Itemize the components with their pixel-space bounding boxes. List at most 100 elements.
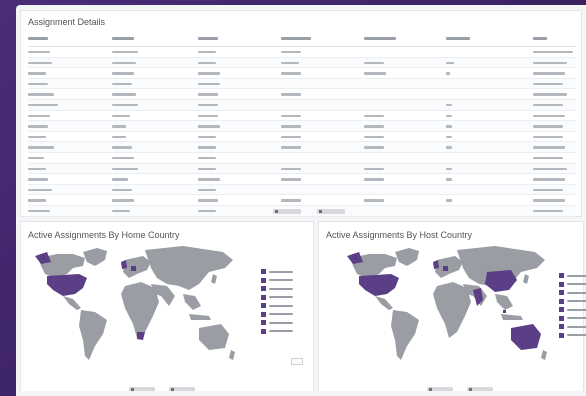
table-footer-control[interactable] — [317, 209, 345, 214]
table-footer-control[interactable] — [273, 209, 301, 214]
table-cell — [446, 61, 454, 64]
legend-swatch — [559, 298, 564, 304]
home-country-map-panel: Active Assignments By Home Country — [20, 221, 314, 396]
legend-swatch — [261, 277, 266, 283]
table-cell — [446, 146, 452, 149]
legend-item[interactable] — [261, 294, 301, 303]
host-country-world-map[interactable] — [345, 244, 550, 376]
legend-swatch — [261, 269, 266, 274]
home-country-legend — [261, 268, 301, 336]
legend-item[interactable] — [261, 285, 301, 294]
table-cell — [533, 114, 565, 117]
column-header[interactable] — [364, 37, 396, 40]
legend-item[interactable] — [559, 315, 586, 324]
assignment-table — [28, 35, 576, 217]
dashboard-screen: Assignment Details Active Assignments By… — [16, 5, 586, 396]
legend-item[interactable] — [559, 289, 586, 298]
table-row[interactable] — [28, 195, 576, 206]
legend-swatch — [559, 315, 564, 321]
table-cell — [28, 72, 46, 75]
table-cell — [198, 135, 216, 139]
table-cell — [533, 93, 567, 96]
table-cell — [28, 125, 48, 128]
table-cell — [533, 178, 565, 181]
table-row[interactable] — [28, 78, 576, 90]
table-cell — [281, 167, 301, 170]
table-cell — [533, 146, 565, 149]
panel-title: Active Assignments By Home Country — [28, 230, 180, 240]
legend-item[interactable] — [559, 332, 586, 341]
column-header[interactable] — [446, 37, 470, 40]
table-row[interactable] — [28, 174, 576, 185]
legend-item[interactable] — [261, 302, 301, 311]
table-cell — [281, 125, 301, 128]
table-row[interactable] — [28, 111, 576, 122]
legend-item[interactable] — [261, 311, 301, 320]
table-cell — [28, 146, 54, 149]
legend-item[interactable] — [261, 328, 301, 337]
table-cell — [198, 61, 216, 64]
table-cell — [446, 199, 452, 202]
legend-swatch — [559, 273, 564, 278]
table-cell — [28, 188, 52, 192]
table-cell — [364, 178, 384, 181]
table-row[interactable] — [28, 142, 576, 153]
column-header[interactable] — [112, 37, 134, 40]
table-cell — [364, 146, 384, 149]
host-country-legend — [559, 272, 586, 340]
table-cell — [281, 114, 301, 117]
table-row[interactable] — [28, 57, 576, 69]
table-cell — [112, 51, 138, 54]
table-row[interactable] — [28, 68, 576, 79]
table-cell — [28, 199, 46, 202]
table-cell — [198, 82, 220, 86]
table-row[interactable] — [28, 89, 576, 100]
table-cell — [281, 135, 301, 139]
table-cell — [28, 51, 50, 54]
table-cell — [281, 72, 301, 75]
column-header[interactable] — [198, 37, 218, 40]
table-row[interactable] — [28, 99, 576, 111]
table-row[interactable] — [28, 184, 576, 196]
table-cell — [198, 188, 216, 192]
home-country-world-map[interactable] — [33, 244, 238, 376]
table-cell — [533, 188, 563, 192]
table-cell — [198, 156, 216, 160]
table-cell — [28, 82, 48, 86]
table-cell — [28, 114, 50, 117]
table-cell — [112, 135, 126, 139]
table-cell — [446, 72, 450, 75]
map-zoom-control[interactable] — [291, 358, 303, 365]
table-row[interactable] — [28, 163, 576, 175]
table-row[interactable] — [28, 47, 576, 58]
table-row[interactable] — [28, 121, 576, 132]
host-country-map-panel: Active Assignments By Host Country — [318, 221, 586, 396]
column-header[interactable] — [28, 37, 48, 40]
column-header[interactable] — [533, 37, 547, 40]
table-cell — [28, 103, 58, 107]
table-cell — [281, 61, 299, 64]
legend-item[interactable] — [559, 306, 586, 315]
legend-item[interactable] — [261, 268, 301, 277]
legend-item[interactable] — [559, 323, 586, 332]
legend-item[interactable] — [559, 281, 586, 290]
table-cell — [198, 167, 216, 170]
table-cell — [281, 146, 301, 149]
table-cell — [112, 72, 134, 75]
legend-item[interactable] — [261, 277, 301, 286]
table-cell — [112, 61, 136, 64]
legend-item[interactable] — [559, 272, 586, 281]
table-cell — [112, 93, 136, 96]
legend-item[interactable] — [261, 319, 301, 328]
table-cell — [364, 61, 384, 64]
table-footer — [21, 208, 583, 216]
table-cell — [533, 82, 563, 86]
table-cell — [281, 51, 301, 54]
column-header[interactable] — [281, 37, 311, 40]
table-row[interactable] — [28, 132, 576, 143]
table-cell — [28, 167, 46, 170]
table-cell — [446, 125, 452, 128]
table-body — [28, 47, 576, 217]
table-row[interactable] — [28, 153, 576, 164]
legend-item[interactable] — [559, 298, 586, 307]
